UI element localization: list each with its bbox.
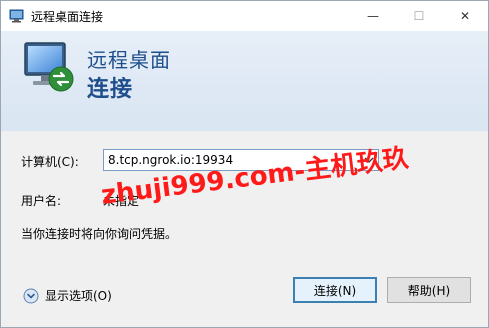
header-banner: 远程桌面 连接 <box>1 31 488 131</box>
minimize-button[interactable]: — <box>350 1 396 31</box>
close-button[interactable]: ✕ <box>442 1 488 31</box>
connect-button[interactable]: 连接(N) <box>293 277 377 303</box>
credentials-note: 当你连接时将向你询问凭据。 <box>21 227 178 241</box>
remote-desktop-icon <box>9 9 24 23</box>
show-options-label: 显示选项(O) <box>45 289 112 303</box>
window-title: 远程桌面连接 <box>31 9 104 24</box>
header-title-line1: 远程桌面 <box>87 48 171 72</box>
show-options-toggle[interactable]: 显示选项(O) <box>23 287 112 304</box>
maximize-button[interactable]: ☐ <box>396 1 442 31</box>
expand-circle-icon <box>23 288 39 303</box>
computer-label: 计算机(C): <box>21 155 79 169</box>
rdp-window: 远程桌面连接 — ☐ ✕ 远程桌面 连接 计算机(C): 8.tcp.ngrok… <box>0 0 489 328</box>
header-title-line2: 连接 <box>87 77 134 102</box>
help-button[interactable]: 帮助(H) <box>387 277 471 303</box>
window-controls: — ☐ ✕ <box>350 1 488 31</box>
form-area: 计算机(C): 8.tcp.ngrok.io:19934 用户名: 未指定 当你… <box>1 131 488 327</box>
title-bar[interactable]: 远程桌面连接 — ☐ ✕ <box>1 1 488 31</box>
username-label: 用户名: <box>21 194 62 208</box>
computer-monitor-icon <box>24 42 74 92</box>
